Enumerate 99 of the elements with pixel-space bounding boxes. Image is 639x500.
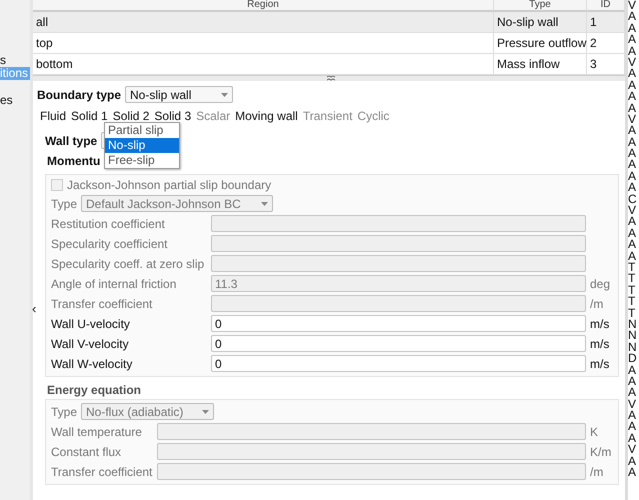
list-item[interactable]: A	[628, 410, 639, 422]
collapse-glyph[interactable]: ‹	[32, 302, 36, 315]
list-item[interactable]: A	[628, 421, 639, 433]
tab[interactable]: Moving wall	[235, 109, 298, 123]
list-item[interactable]: T	[628, 262, 639, 274]
menu-option[interactable]: No-slip	[105, 138, 179, 153]
field-label: Specularity coefficient	[51, 236, 169, 250]
section-title: Energy equation	[47, 383, 142, 397]
wall-type-label: Wall type	[45, 134, 98, 148]
tab[interactable]: Solid 2	[112, 109, 150, 123]
unit-label: m/s	[590, 356, 610, 370]
list-item[interactable]: A	[628, 11, 639, 23]
caret-icon	[261, 202, 268, 206]
unit-label: m/s	[590, 316, 610, 330]
table-cell: 2	[587, 33, 625, 54]
list-item[interactable]: A	[628, 376, 639, 388]
tab[interactable]: Fluid	[40, 109, 66, 123]
sidebar-item[interactable]: s	[0, 54, 30, 67]
list-item[interactable]: A	[628, 22, 639, 34]
input-field[interactable]: 0	[211, 355, 586, 372]
caret-icon	[202, 410, 210, 414]
list-item[interactable]: T	[628, 284, 639, 296]
list-item[interactable]: A	[628, 182, 639, 194]
unit-label: /m	[590, 296, 604, 310]
list-item[interactable]: A	[628, 148, 639, 160]
list-item[interactable]: D	[628, 353, 639, 364]
column-header[interactable]: Region	[33, 0, 494, 12]
unit-label: deg	[590, 276, 612, 290]
tab[interactable]: Solid 1	[71, 109, 108, 123]
list-item[interactable]: A	[628, 91, 639, 103]
boundary-type-select[interactable]: No-slip wall	[125, 86, 234, 103]
column-header[interactable]: ID	[587, 0, 625, 12]
list-item[interactable]: T	[628, 296, 639, 308]
caret-icon	[221, 92, 228, 96]
input-field[interactable]: 0	[211, 315, 586, 332]
table-cell: 1	[587, 12, 625, 33]
list-item[interactable]: A	[628, 387, 639, 399]
column-header[interactable]: Type	[494, 0, 587, 12]
list-item[interactable]: N	[628, 342, 639, 354]
list-item[interactable]: A	[628, 80, 639, 92]
list-item[interactable]: A	[628, 46, 639, 57]
table-cell: No-slip wall	[494, 12, 587, 33]
field-label: Constant flux	[51, 444, 122, 458]
list-item[interactable]: T	[628, 308, 639, 319]
list-item[interactable]: V	[628, 0, 639, 12]
field-label: Wall V-velocity	[51, 336, 130, 350]
list-item[interactable]: A	[628, 68, 639, 80]
grip-icon	[327, 76, 335, 81]
list-item[interactable]: V	[628, 444, 639, 456]
list-item[interactable]: A	[628, 102, 639, 114]
list-item[interactable]: A	[628, 136, 639, 148]
list-item[interactable]: A	[628, 170, 639, 182]
list-item[interactable]: A	[628, 125, 639, 137]
list-item[interactable]: A	[628, 467, 639, 478]
field-label: Transfer coefficient	[51, 464, 153, 478]
list-item[interactable]: A	[628, 456, 639, 468]
list-item[interactable]: A	[628, 34, 639, 46]
unit-label: m/s	[590, 336, 610, 350]
list-item[interactable]: A	[628, 216, 639, 228]
type-label: Type	[51, 404, 78, 418]
table-cell: Pressure outflow	[494, 33, 587, 54]
boundary-type-label: Boundary type	[37, 88, 122, 102]
list-item[interactable]: A	[628, 239, 639, 251]
field-label: Angle of internal friction	[51, 276, 178, 290]
field-label: Specularity coeff. at zero slip	[51, 256, 206, 270]
field-label: Transfer coefficient	[51, 296, 154, 310]
sidebar-item[interactable]: es	[0, 94, 30, 107]
field-label: Wall temperature	[51, 424, 143, 438]
list-item[interactable]: A	[628, 228, 639, 240]
field-label: Wall W-velocity	[51, 356, 134, 370]
table-cell: top	[33, 33, 494, 54]
list-item[interactable]: V	[628, 398, 639, 410]
input-field[interactable]: 0	[211, 335, 586, 352]
list-item[interactable]: A	[628, 159, 639, 171]
list-item[interactable]: V	[628, 114, 639, 126]
unit-label: /m	[590, 464, 604, 478]
menu-option[interactable]: Free-slip	[105, 153, 179, 168]
table-cell: 3	[587, 54, 625, 75]
list-item[interactable]: C	[628, 194, 639, 206]
list-item[interactable]: V	[628, 205, 639, 216]
list-item[interactable]: A	[628, 364, 639, 376]
checkbox-label: Jackson-Johnson partial slip boundary	[67, 178, 272, 192]
table-cell: Mass inflow	[494, 54, 587, 75]
list-item[interactable]: V	[628, 56, 639, 68]
unit-label: K/m	[590, 444, 612, 458]
table-cell: all	[33, 12, 494, 33]
list-item[interactable]: N	[628, 330, 639, 342]
unit-label: K	[590, 424, 600, 438]
field-label: Wall U-velocity	[51, 316, 131, 330]
table-cell: bottom	[33, 54, 494, 75]
field-label: Restitution coefficient	[51, 216, 166, 230]
list-item[interactable]: A	[628, 432, 639, 444]
tab[interactable]: Solid 3	[154, 109, 192, 123]
list-item[interactable]: N	[628, 318, 639, 330]
section-title: Momentu	[47, 154, 100, 168]
type-label: Type	[51, 196, 78, 210]
menu-option[interactable]: Partial slip	[105, 123, 179, 138]
list-item[interactable]: T	[628, 273, 639, 285]
list-item[interactable]: A	[628, 250, 639, 262]
